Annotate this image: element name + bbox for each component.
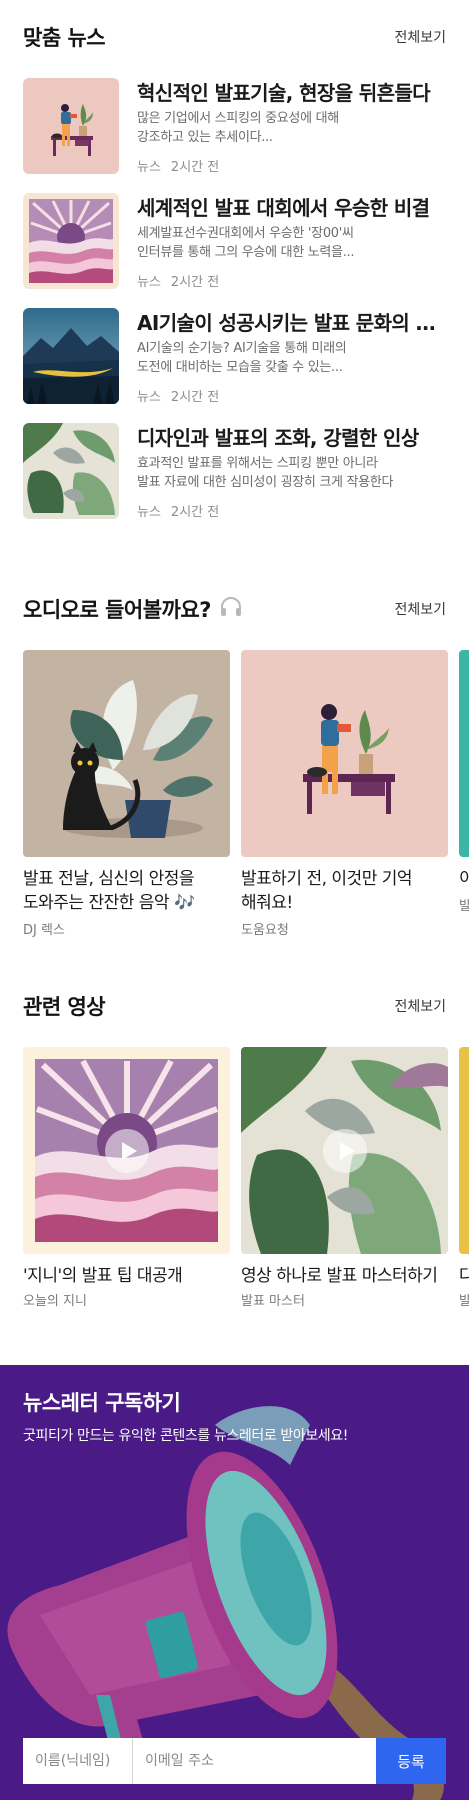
newsletter-description: 굿피티가 만드는 유익한 콘텐츠를 뉴스레터로 받아보세요! [23,1428,348,1444]
audio-card[interactable]: 발표 전날, 심신의 안정을 도와주는 잔잔한 음악 🎶 DJ 렉스 [23,650,230,938]
video-section-header: 관련 영상 전체보기 [23,991,446,1021]
news-item-title: AI기술이 성공시키는 발표 문화의 변화 [137,311,446,335]
email-input[interactable] [133,1738,376,1784]
video-card[interactable]: 다 발 [459,1047,469,1309]
audio-card-title: 발표하기 전, 이것만 기억 해줘요! [241,869,413,913]
audio-card-author: DJ 렉스 [23,923,65,938]
audio-card-author: 도움요청 [241,923,289,938]
video-card-thumbnail-sunset [23,1047,230,1254]
news-item-time: 2시간 전 [170,160,220,175]
news-item[interactable]: 세계적인 발표 대회에서 우승한 비결 세계발표선수권대회에서 우승한 '장00… [23,193,446,308]
play-icon[interactable] [322,1128,367,1173]
news-item-desc: AI기술의 순기능? AI기술을 통해 미래의 도전에 대비하는 모습을 갖출 수… [137,341,347,375]
video-section-title: 관련 영상 [23,995,106,1019]
audio-card-author: 발 [459,899,469,914]
newsletter-form: 등록 [23,1738,446,1784]
news-item-meta: 뉴스 2시간 전 [137,386,446,405]
news-thumbnail-leaf-pattern [23,423,119,519]
news-item-title: 혁신적인 발표기술, 현장을 뒤흔들다 [137,81,431,105]
audio-card[interactable]: 이 발 [459,650,469,914]
news-item-title: 디자인과 발표의 조화, 강렬한 인상 [137,426,419,450]
video-carousel[interactable]: '지니'의 발표 팁 대공개 오늘의 지니 영상 하나로 발표 마스터하기 발표… [23,1047,469,1322]
video-card-author: 발표 마스터 [241,1294,305,1309]
subscribe-button[interactable]: 등록 [376,1738,446,1784]
news-thumbnail-person-watering-plant [23,78,119,174]
headphones-icon [219,596,243,623]
name-input[interactable] [23,1738,133,1784]
news-thumbnail-sunset-waves [23,193,119,289]
audio-card-image-person-watering [241,650,448,857]
video-card-author: 오늘의 지니 [23,1294,87,1309]
news-item[interactable]: AI기술이 성공시키는 발표 문화의 변화 AI기술의 순기능? AI기술을 통… [23,308,446,423]
news-item-category: 뉴스 [137,505,161,520]
news-item-time: 2시간 전 [170,505,220,520]
news-thumbnail-mountain-lake [23,308,119,404]
news-see-all-link[interactable]: 전체보기 [394,27,446,47]
audio-card-image-cat-plant [23,650,230,857]
news-item-title: 세계적인 발표 대회에서 우승한 비결 [137,196,430,220]
audio-section-title: 오디오로 들어볼까요? [23,594,243,624]
audio-card-image [459,650,469,857]
audio-card-title: 발표 전날, 심신의 안정을 도와주는 잔잔한 음악 🎶 [23,869,195,913]
newsletter-section: 뉴스레터 구독하기 굿피티가 만드는 유익한 콘텐츠를 뉴스레터로 받아보세요!… [0,1365,469,1800]
news-item-meta: 뉴스 2시간 전 [137,156,446,175]
audio-carousel[interactable]: 발표 전날, 심신의 안정을 도와주는 잔잔한 음악 🎶 DJ 렉스 발표하기 … [23,650,469,940]
newsletter-title: 뉴스레터 구독하기 [23,1391,181,1415]
news-item[interactable]: 디자인과 발표의 조화, 강렬한 인상 효과적인 발표를 위해서는 스피킹 뿐만… [23,423,446,538]
news-item-category: 뉴스 [137,390,161,405]
news-item-meta: 뉴스 2시간 전 [137,501,446,520]
news-section-title: 맞춤 뉴스 [23,26,106,50]
audio-card-title: 이 [459,869,469,889]
video-see-all-link[interactable]: 전체보기 [394,996,446,1016]
news-item[interactable]: 혁신적인 발표기술, 현장을 뒤흔들다 많은 기업에서 스피킹의 중요성에 대해… [23,78,446,193]
audio-see-all-link[interactable]: 전체보기 [394,599,446,619]
video-card-author: 발 [459,1294,469,1309]
video-card-title: 다 [459,1264,469,1288]
news-item-time: 2시간 전 [170,390,220,405]
video-card-thumbnail-leaves [241,1047,448,1254]
news-list: 혁신적인 발표기술, 현장을 뒤흔들다 많은 기업에서 스피킹의 중요성에 대해… [23,78,446,538]
news-item-desc: 효과적인 발표를 위해서는 스피킹 뿐만 아니라 발표 자료에 대한 심미성이 굉… [137,456,394,490]
video-card-thumbnail [459,1047,469,1254]
audio-card[interactable]: 발표하기 전, 이것만 기억 해줘요! 도움요청 [241,650,448,938]
news-section-header: 맞춤 뉴스 전체보기 [23,22,446,52]
video-card[interactable]: 영상 하나로 발표 마스터하기 발표 마스터 [241,1047,448,1309]
news-item-desc: 세계발표선수권대회에서 우승한 '장00'씨 인터뷰를 통해 그의 우승에 대한 … [137,226,355,260]
video-card-title: '지니'의 발표 팁 대공개 [23,1266,183,1286]
news-item-category: 뉴스 [137,160,161,175]
news-item-category: 뉴스 [137,275,161,290]
news-item-meta: 뉴스 2시간 전 [137,271,446,290]
video-card[interactable]: '지니'의 발표 팁 대공개 오늘의 지니 [23,1047,230,1309]
audio-section-header: 오디오로 들어볼까요? 전체보기 [23,594,446,624]
play-icon[interactable] [104,1128,149,1173]
video-card-title: 영상 하나로 발표 마스터하기 [241,1266,438,1286]
news-item-time: 2시간 전 [170,275,220,290]
news-item-desc: 많은 기업에서 스피킹의 중요성에 대해 강조하고 있는 추세이다... [137,111,339,145]
